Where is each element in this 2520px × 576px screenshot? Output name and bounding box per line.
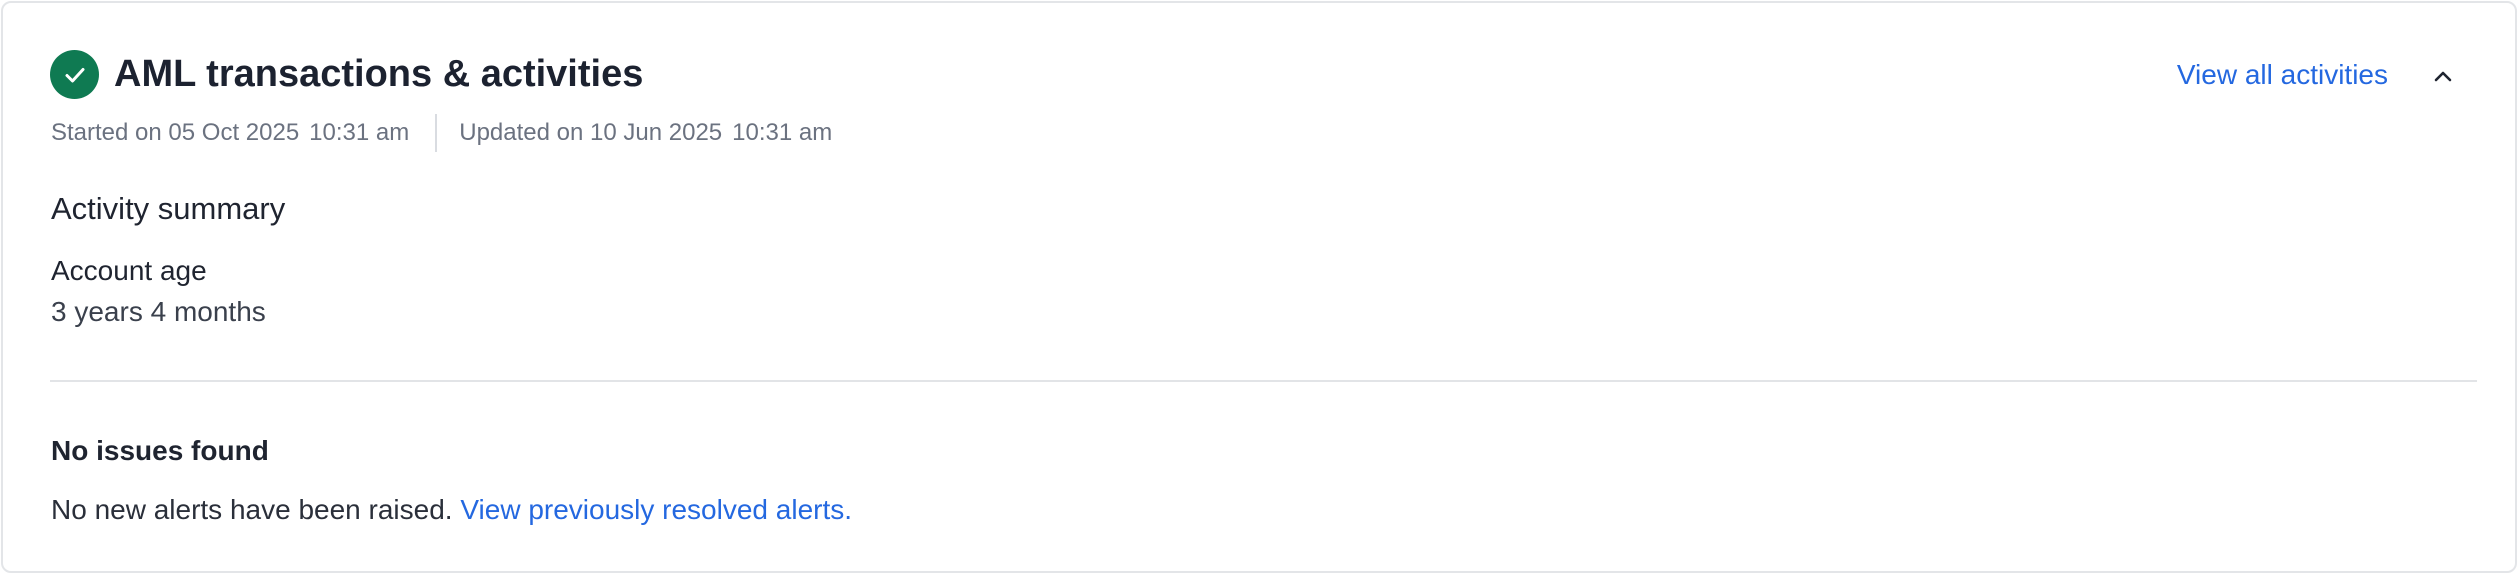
activity-summary-heading: Activity summary — [51, 191, 286, 226]
started-date: Started on 05 Oct 2025 — [51, 119, 300, 146]
started-time: 10:31 am — [309, 119, 410, 146]
card-title: AML transactions & activities — [114, 53, 644, 95]
meta-divider — [435, 114, 438, 152]
resolved-alerts-link[interactable]: View previously resolved alerts. — [460, 494, 852, 525]
check-circle-icon — [50, 50, 99, 99]
timestamps: Started on 05 Oct 2025 10:31 am Updated … — [51, 114, 833, 152]
updated-date: Updated on 10 Jun 2025 — [459, 119, 723, 146]
account-age-label: Account age — [51, 255, 207, 286]
aml-activities-card: AML transactions & activities View all a… — [1, 1, 2517, 573]
chevron-up-icon — [2434, 71, 2452, 82]
view-all-activities-link[interactable]: View all activities — [2177, 55, 2388, 95]
issues-message: No new alerts have been raised. View pre… — [51, 492, 852, 528]
updated-time: 10:31 am — [732, 119, 833, 146]
no-issues-heading: No issues found — [51, 435, 269, 466]
issues-text: No new alerts have been raised. — [51, 494, 453, 525]
section-divider — [50, 380, 2477, 382]
collapse-button[interactable] — [2425, 58, 2461, 94]
account-age-value: 3 years 4 months — [51, 296, 266, 327]
